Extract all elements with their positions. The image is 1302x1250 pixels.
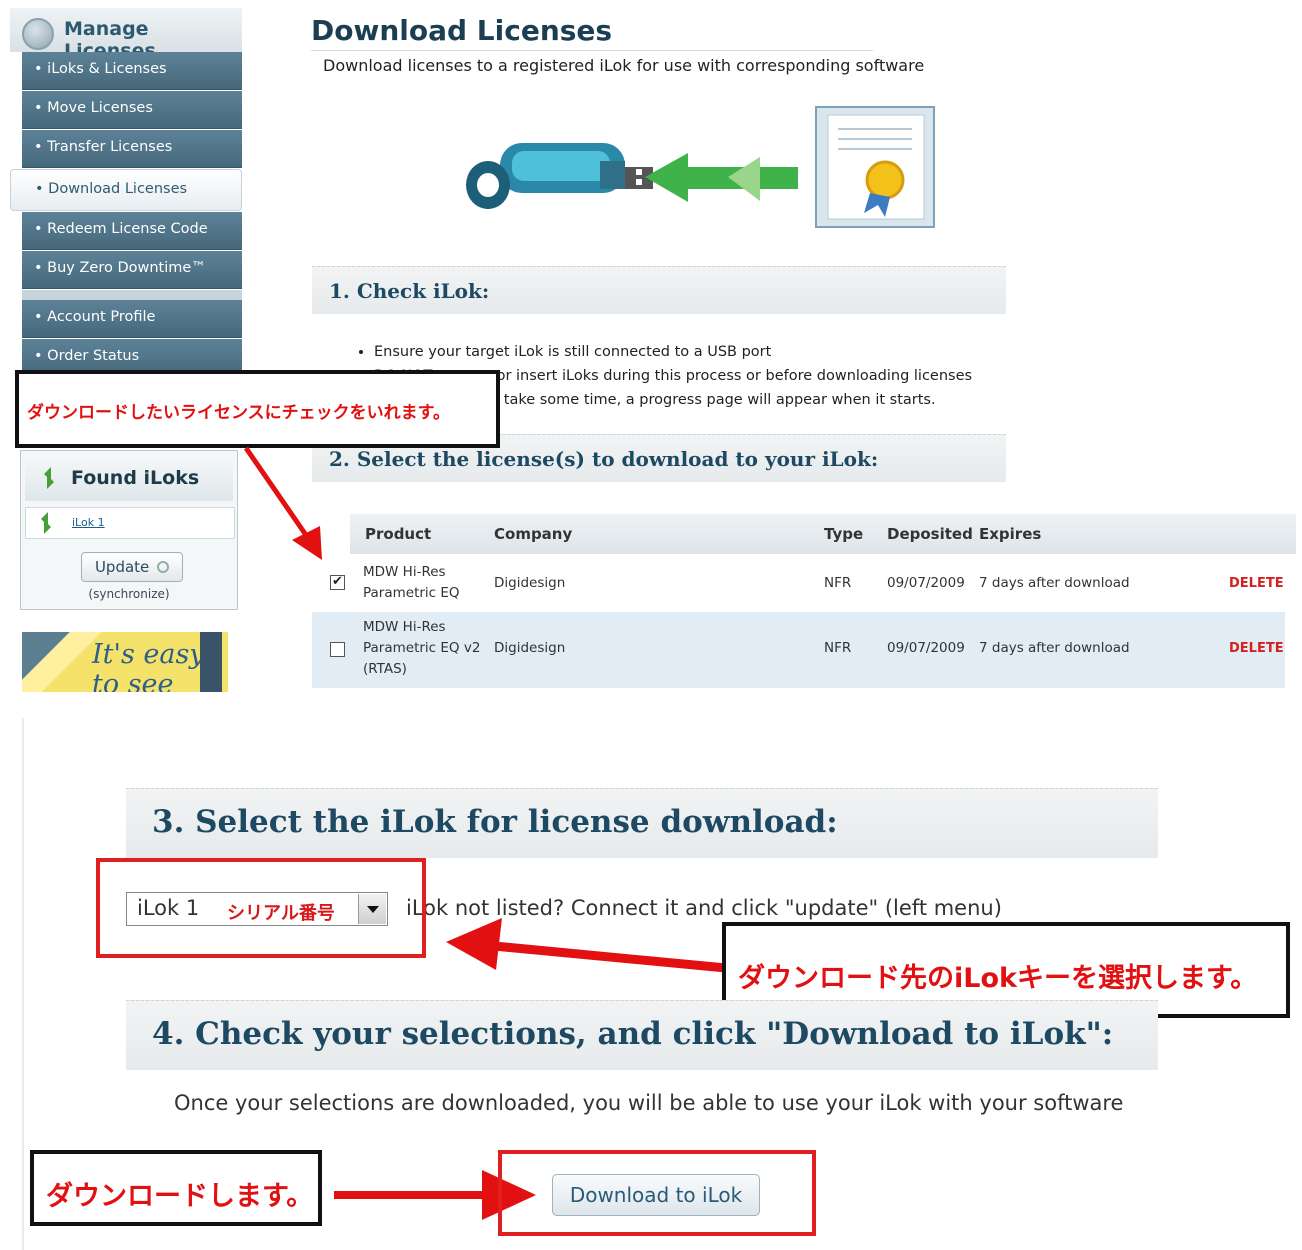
promo-banner-text: It's easy to see xyxy=(92,639,205,693)
product-cell: MDW Hi-Res Parametric EQ v2 (RTAS) xyxy=(363,617,480,680)
annotation-download: ダウンロードします。 xyxy=(30,1150,322,1226)
synchronize-note: (synchronize) xyxy=(88,587,170,601)
promo-text-line1: It's easy xyxy=(92,639,205,670)
annotation-check-license: ダウンロードしたいライセンスにチェックをいれます。 xyxy=(15,370,500,448)
update-button-label: Update xyxy=(94,558,150,576)
product-name-line: MDW Hi-Res xyxy=(363,619,446,635)
download-to-ilok-button[interactable]: Download to iLok xyxy=(552,1174,760,1216)
annotation-arrow-icon xyxy=(243,446,322,560)
product-name-line: Parametric EQ xyxy=(363,585,460,601)
filmstrip-icon xyxy=(200,632,222,692)
table-row: ✔ MDW Hi-Res Parametric EQ Digidesign NF… xyxy=(312,556,1285,610)
product-cell: MDW Hi-Res Parametric EQ xyxy=(363,562,460,604)
expires-cell: 7 days after download xyxy=(979,640,1130,656)
sync-arrows-icon xyxy=(37,467,61,489)
sidebar-item-transfer-licenses[interactable]: • Transfer Licenses xyxy=(22,130,242,168)
license-checkbox[interactable]: ✔ xyxy=(330,575,345,590)
globe-icon xyxy=(22,18,54,50)
type-cell: NFR xyxy=(824,640,852,656)
deposited-cell: 09/07/2009 xyxy=(887,575,965,591)
sidebar-divider xyxy=(22,290,242,300)
left-arrow-icon xyxy=(645,153,798,202)
sidebar-item-download-licenses[interactable]: • Download Licenses xyxy=(10,169,242,211)
expires-cell: 7 days after download xyxy=(979,575,1130,591)
column-header-company: Company xyxy=(494,525,573,543)
sidebar-item-redeem-license-code[interactable]: • Redeem License Code xyxy=(22,212,242,250)
license-checkbox[interactable] xyxy=(330,642,345,657)
product-name-line: MDW Hi-Res xyxy=(363,564,446,580)
deposited-cell: 09/07/2009 xyxy=(887,640,965,656)
sidebar-header: Manage Licenses xyxy=(10,8,242,62)
annotation-arrow-icon xyxy=(446,918,727,973)
product-name-line: Parametric EQ v2 xyxy=(363,640,481,656)
promo-text-line2: to see xyxy=(92,669,174,693)
license-certificate-icon xyxy=(815,106,935,228)
column-header-deposited: Deposited xyxy=(887,525,973,543)
top-screenshot: Manage Licenses • iLoks & Licenses • Mov… xyxy=(0,0,1302,692)
screenshot-separator xyxy=(0,692,1302,718)
company-cell: Digidesign xyxy=(494,575,566,591)
update-button[interactable]: Update xyxy=(81,552,183,582)
ilok-link[interactable]: iLok 1 xyxy=(72,516,105,529)
page-title: Download Licenses xyxy=(311,14,613,47)
column-header-product: Product xyxy=(365,525,432,543)
bottom-left-border xyxy=(22,718,24,1250)
delete-link[interactable]: DELETE xyxy=(1229,573,1284,594)
company-cell: Digidesign xyxy=(494,640,566,656)
column-header-type: Type xyxy=(824,525,864,543)
sidebar-item-buy-zero-downtime[interactable]: • Buy Zero Downtime™ xyxy=(22,251,242,289)
usb-ilok-icon xyxy=(466,143,653,209)
sidebar-item-iloks-licenses[interactable]: • iLoks & Licenses xyxy=(22,52,242,90)
refresh-icon xyxy=(157,561,170,573)
found-ilok-item: iLok 1 xyxy=(25,507,235,539)
highlight-ilok-select xyxy=(96,858,426,958)
column-header-expires: Expires xyxy=(979,525,1042,543)
step4-title: 4. Check your selections, and click "Dow… xyxy=(152,1016,1114,1052)
product-name-line: (RTAS) xyxy=(363,661,407,677)
promo-banner[interactable]: It's easy to see xyxy=(22,632,228,692)
step1-title: 1. Check iLok: xyxy=(329,279,490,303)
ilok-sync-icon xyxy=(34,512,58,534)
title-divider xyxy=(311,50,873,51)
delete-link[interactable]: DELETE xyxy=(1229,638,1284,659)
header-illustration xyxy=(466,106,935,228)
license-table: Product Company Type Deposited Expires ✔… xyxy=(312,514,1296,692)
found-iloks-title: Found iLoks xyxy=(71,467,200,489)
sidebar-item-account-profile[interactable]: • Account Profile xyxy=(22,300,242,338)
download-info-text: Once your selections are downloaded, you… xyxy=(174,1091,1124,1115)
found-iloks-panel: Found iLoks iLok 1 Update (synchronize) xyxy=(20,450,238,610)
table-row: MDW Hi-Res Parametric EQ v2 (RTAS) Digid… xyxy=(312,612,1285,688)
sidebar-item-move-licenses[interactable]: • Move Licenses xyxy=(22,91,242,129)
license-table-header: Product Company Type Deposited Expires xyxy=(350,514,1296,554)
instruction-item: Ensure your target iLok is still connect… xyxy=(374,340,972,364)
step3-title: 3. Select the iLok for license download: xyxy=(152,804,838,840)
step2-title: 2. Select the license(s) to download to … xyxy=(329,447,879,471)
found-iloks-header: Found iLoks xyxy=(25,455,233,501)
type-cell: NFR xyxy=(824,575,852,591)
page-subtitle: Download licenses to a registered iLok f… xyxy=(323,56,925,75)
